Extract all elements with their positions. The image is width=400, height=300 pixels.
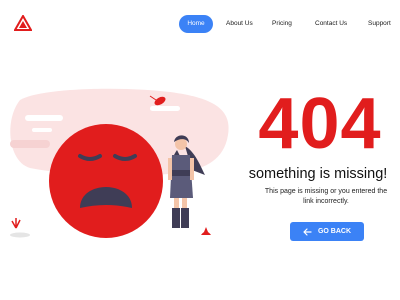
nav-item-contact-us[interactable]: Contact Us [315,15,347,33]
error-headline: something is missing! [248,166,388,182]
small-plant-icon [10,218,30,238]
nav-item-home[interactable]: Home [179,15,213,33]
go-back-button[interactable]: GO BACK [290,222,364,241]
error-message: This page is missing or you entered the … [264,188,388,205]
error-code: 404 [258,84,382,164]
nav-item-support[interactable]: Support [368,15,391,33]
ground-plant-icon [201,227,211,235]
nav-item-pricing[interactable]: Pricing [272,15,292,33]
go-back-label: GO BACK [317,228,352,235]
error-illustration [0,80,240,250]
sad-face-icon [49,124,163,238]
main-nav: Home About Us Pricing Contact Us Support [0,15,400,33]
arrow-left-icon [303,227,312,236]
nav-item-about-us[interactable]: About Us [226,15,253,33]
error-page: Home About Us Pricing Contact Us Support [0,0,400,300]
